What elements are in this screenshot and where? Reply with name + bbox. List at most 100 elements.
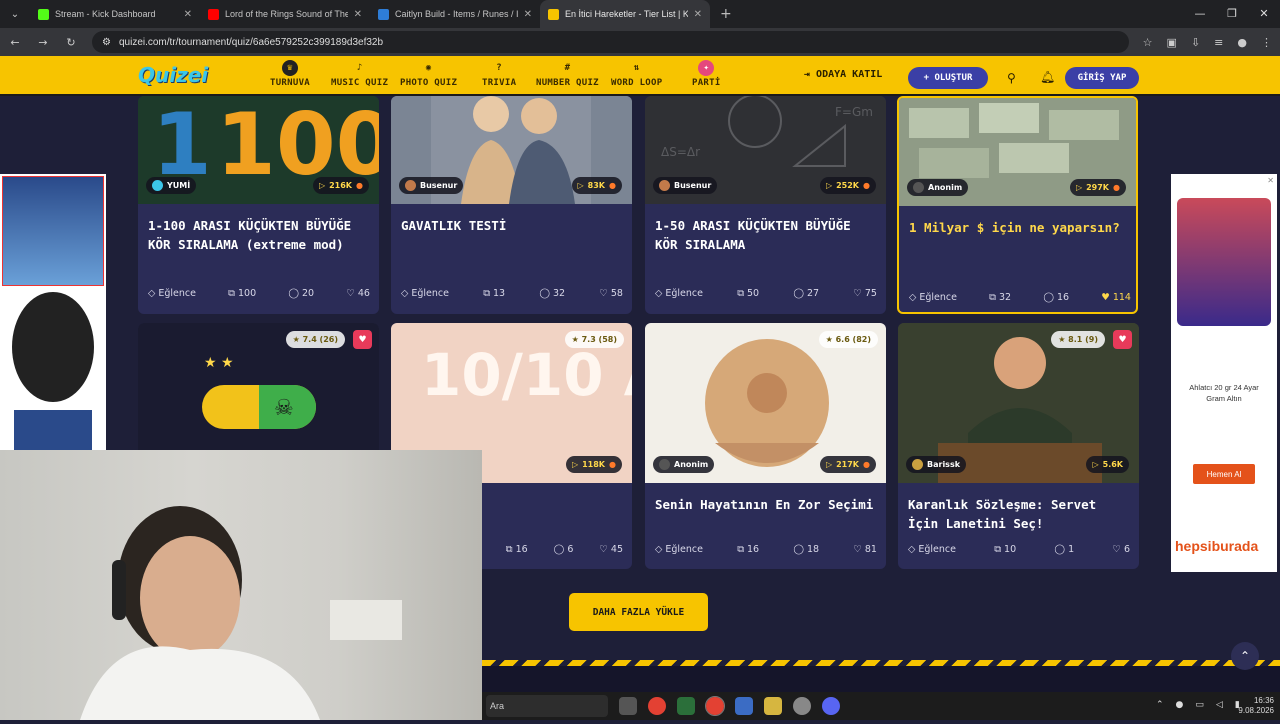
tab-search-icon[interactable]: ⌄ [0, 9, 30, 20]
quiz-card[interactable]: ★ 6.6 (82) Anonim ▷ 217K ● Senin Hayatın… [645, 323, 886, 569]
nav-music-quiz[interactable]: ♪ MUSIC QUIZ [331, 60, 388, 88]
bell-icon[interactable]: 🔔︎ [1040, 70, 1055, 84]
minimize-icon[interactable]: — [1184, 0, 1216, 28]
quiz-title[interactable]: GAVATLIK TESTİ [401, 216, 623, 235]
category-label: Eğlence [919, 292, 957, 303]
app-icon[interactable] [677, 697, 695, 715]
nav-label: MUSIC QUIZ [331, 78, 389, 88]
category-label: Eğlence [158, 288, 196, 299]
like-count[interactable]: ♡ 45 [599, 544, 623, 555]
like-count[interactable]: ♡ 6 [1112, 544, 1130, 555]
nav-photo-quiz[interactable]: ◉ PHOTO QUIZ [400, 60, 457, 88]
profile-avatar-icon[interactable]: ● [1237, 36, 1247, 49]
quizei-logo[interactable]: Quizei [138, 63, 208, 87]
network-icon[interactable]: ▭ [1195, 700, 1204, 710]
like-count[interactable]: ♡ 58 [599, 288, 623, 299]
extensions-icon[interactable]: ▣ [1167, 36, 1177, 49]
create-button[interactable]: + OLUŞTUR [908, 67, 988, 89]
author-chip[interactable]: Busenur [653, 177, 718, 194]
tray-chevron-icon[interactable]: ⌃ [1156, 700, 1164, 710]
quiz-title[interactable]: 1 Milyar $ için ne yaparsın? [909, 218, 1131, 237]
close-ad-icon[interactable]: ✕ [1267, 176, 1274, 185]
taskbar-search[interactable]: Ara [486, 695, 608, 717]
tag-icon: ◇ [909, 292, 920, 303]
nav-turnuva[interactable]: ♛ TURNUVA [270, 60, 310, 88]
join-room-button[interactable]: ⇥ ODAYA KATIL [804, 69, 882, 80]
comment-icon: ◯ [793, 544, 807, 555]
scroll-to-top-button[interactable]: ⌃ [1231, 642, 1259, 670]
close-tab-icon[interactable]: ✕ [694, 9, 702, 20]
author-chip[interactable]: YUMİ [146, 177, 197, 194]
quiz-card[interactable]: ΔS=Δr F=Gm Busenur ▷ 252K ● 1-50 ARASI K… [645, 96, 886, 314]
quiz-card[interactable]: ★ 8.1 (9) ♥ Barissk ▷ 5.6K Karanlık Sözl… [898, 323, 1139, 569]
task-view-icon[interactable] [619, 697, 637, 715]
like-count[interactable]: ♥ 114 [1101, 292, 1131, 303]
volume-icon[interactable]: ◁ [1216, 700, 1223, 710]
browser-tab-quizei[interactable]: En İtici Hareketler - Tier List | K ✕ [540, 0, 710, 28]
nav-trivia[interactable]: ? TRIVIA [482, 60, 516, 88]
search-icon[interactable]: ⚲ [1007, 71, 1016, 85]
like-count[interactable]: ♡ 81 [853, 544, 877, 555]
chrome-active-app-icon[interactable] [705, 696, 725, 716]
quiz-title[interactable]: 1-100 ARASI KÜÇÜKTEN BÜYÜĞE KÖR SIRALAMA… [148, 216, 370, 254]
app-icon[interactable] [764, 697, 782, 715]
left-ad-banner[interactable] [0, 174, 106, 450]
item-count-value: 16 [747, 544, 760, 555]
favorite-basket-icon[interactable]: ♥ [353, 330, 372, 349]
new-tab-icon[interactable]: + [720, 6, 732, 22]
browser-tab-youtube[interactable]: Lord of the Rings Sound of The ✕ [200, 0, 370, 28]
nav-parti[interactable]: ✦ PARTİ [692, 60, 721, 88]
download-icon[interactable]: ⇩ [1191, 36, 1200, 49]
ad-buy-button[interactable]: Hemen Al [1193, 464, 1255, 484]
author-chip[interactable]: Busenur [399, 177, 464, 194]
nav-word-loop[interactable]: ⇅ WORD LOOP [611, 60, 662, 88]
close-tab-icon[interactable]: ✕ [354, 9, 362, 20]
app-icon[interactable] [735, 697, 753, 715]
quiz-title[interactable]: Senin Hayatının En Zor Seçimi [655, 495, 877, 514]
quiz-card-hovered[interactable]: Anonim ▷ 297K ● 1 Milyar $ için ne yapar… [897, 96, 1138, 314]
quiz-title[interactable]: 1-50 ARASI KÜÇÜKTEN BÜYÜĞE KÖR SIRALAMA [655, 216, 877, 254]
quiz-card[interactable]: Busenur ▷ 83K ● GAVATLIK TESTİ ◇ Eğlence… [391, 96, 632, 314]
nav-number-quiz[interactable]: # NUMBER QUIZ [536, 60, 599, 88]
author-chip[interactable]: Anonim [907, 179, 969, 196]
quiz-title[interactable]: Karanlık Sözleşme: Servet İçin Lanetini … [908, 495, 1130, 533]
address-bar[interactable]: ⚙ quizei.com/tr/tournament/quiz/6a6e5792… [92, 31, 1129, 53]
reload-icon[interactable]: ↻ [64, 36, 78, 49]
author-name: Anonim [674, 460, 709, 469]
close-window-icon[interactable]: ✕ [1248, 0, 1280, 28]
chrome-app-icon[interactable] [648, 697, 666, 715]
login-button[interactable]: GİRİŞ YAP [1065, 67, 1139, 89]
author-chip[interactable]: Barissk [906, 456, 967, 473]
cover-big-text: 10/10 AMA [421, 341, 632, 409]
author-name: YUMİ [167, 181, 191, 190]
like-count[interactable]: ♡ 46 [346, 288, 370, 299]
ad-gold-bar-image [2, 176, 104, 286]
favorite-basket-icon[interactable]: ♥ [1113, 330, 1132, 349]
mic-icon[interactable]: ● [1176, 700, 1184, 710]
forward-icon[interactable]: → [36, 36, 50, 49]
view-count: 5.6K [1102, 460, 1123, 469]
menu-icon[interactable]: ≡ [1214, 36, 1223, 49]
close-tab-icon[interactable]: ✕ [524, 9, 532, 20]
svg-text:ΔS=Δr: ΔS=Δr [661, 145, 700, 159]
tag-icon: ◇ [908, 544, 919, 555]
site-info-icon[interactable]: ⚙ [102, 37, 111, 48]
load-more-button[interactable]: DAHA FAZLA YÜKLE [569, 593, 708, 631]
comment-count: ◯ 16 [1043, 292, 1069, 303]
like-count-value: 45 [610, 544, 623, 555]
more-menu-icon[interactable]: ⋮ [1261, 36, 1272, 49]
bookmark-star-icon[interactable]: ☆ [1143, 36, 1153, 49]
taskbar-clock[interactable]: 16:36 9.08.2026 [1238, 696, 1274, 716]
like-count[interactable]: ♡ 75 [853, 288, 877, 299]
app-icon[interactable] [793, 697, 811, 715]
back-icon[interactable]: ← [8, 36, 22, 49]
maximize-icon[interactable]: ❐ [1216, 0, 1248, 28]
quiz-card[interactable]: 1 100 YUMİ ▷ 216K ● 1-100 ARASI KÜÇÜKTEN… [138, 96, 379, 314]
close-tab-icon[interactable]: ✕ [184, 9, 192, 20]
browser-tab-caitlyn[interactable]: Caitlyn Build - Items / Runes / I ✕ [370, 0, 540, 28]
browser-tab-kick[interactable]: Stream - Kick Dashboard ✕ [30, 0, 200, 28]
tab-title: Stream - Kick Dashboard [55, 9, 156, 19]
right-ad-banner[interactable]: ✕ Ahlatcı 20 gr 24 Ayar Gram Altın Hemen… [1171, 174, 1277, 572]
author-chip[interactable]: Anonim [653, 456, 715, 473]
discord-app-icon[interactable] [822, 697, 840, 715]
